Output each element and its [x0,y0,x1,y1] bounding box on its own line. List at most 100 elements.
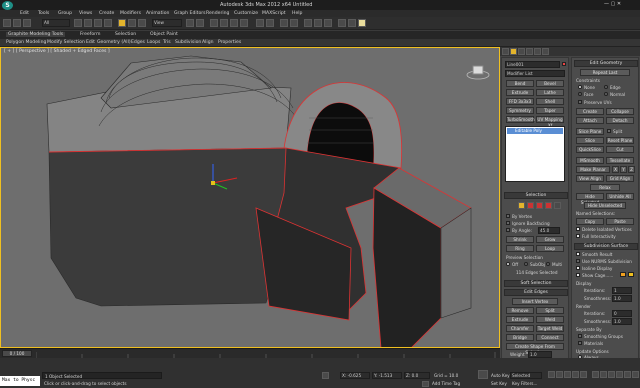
loop-button[interactable]: Loop [536,245,564,252]
extrude-mod-button[interactable]: Extrude [506,89,534,96]
constraint-none-radio[interactable] [578,85,582,89]
select-by-name-icon[interactable] [84,19,92,27]
menu-modifiers[interactable]: Modifiers [120,11,141,16]
menu-animation[interactable]: Animation [146,11,169,16]
display-tab-icon[interactable] [534,48,541,55]
reset-plane-button[interactable]: Reset Plane [606,137,634,144]
cut-button[interactable]: Cut [606,146,634,153]
layer-manager-icon[interactable] [280,19,288,27]
link-icon[interactable] [23,19,31,27]
ffd-button[interactable]: FFD 3x3x3 [506,98,534,105]
subdivision-surface-rollout[interactable]: Subdivision Surface [574,243,638,250]
shell-button[interactable]: Shell [536,98,564,105]
preview-multi-radio[interactable] [546,262,550,266]
material-editor-icon[interactable] [324,19,332,27]
planar-y-button[interactable]: Y [620,166,627,173]
ring-button[interactable]: Ring [506,245,534,252]
chamfer-button[interactable]: Chamfer [506,325,534,332]
time-tag-icon[interactable] [422,381,429,387]
reference-coordinate-dropdown[interactable]: View [152,19,182,27]
x-coordinate-field[interactable]: X: -0.625 [340,372,370,379]
ribbon-modify-selection[interactable]: Modify Selection [47,40,85,45]
turbosmooth-button[interactable]: TurboSmooth [506,116,535,123]
quickslice-button[interactable]: QuickSlice [576,146,604,153]
rotate-icon[interactable] [128,19,136,27]
z-coordinate-field[interactable]: Z: 0.0 [404,372,430,379]
move-icon[interactable] [118,19,126,27]
zoom-icon[interactable] [592,371,599,378]
insert-vertex-button[interactable]: Insert Vertex [512,298,558,305]
materials-checkbox[interactable] [578,341,582,345]
target-weld-button[interactable]: Target Weld [536,325,564,332]
repeat-last-button[interactable]: Repeat Last [580,69,630,76]
tab-freeform[interactable]: Freeform [80,32,100,37]
slice-plane-button[interactable]: Slice Plane [576,128,604,135]
ignore-backfacing-checkbox[interactable] [506,221,510,225]
use-nurms-checkbox[interactable] [576,259,580,263]
ribbon-align[interactable]: Align [202,40,214,45]
weight-spinner[interactable]: 1.0 [528,351,552,358]
shrink-button[interactable]: Shrink [506,236,534,243]
planar-z-button[interactable]: Z [628,166,635,173]
constraint-normal-radio[interactable] [604,92,608,96]
bend-button[interactable]: Bend [506,80,534,87]
menu-views[interactable]: Views [79,11,92,16]
utilities-tab-icon[interactable] [542,48,549,55]
menu-maxscript[interactable]: MAXScript [262,11,286,16]
rendered-frame-icon[interactable] [348,19,356,27]
lathe-button[interactable]: Lathe [536,89,564,96]
msmooth-button[interactable]: MSmooth [576,157,604,164]
modify-tab-icon[interactable] [510,48,517,55]
mirror-icon[interactable] [256,19,264,27]
attach-button[interactable]: Attach [576,117,604,124]
menu-edit[interactable]: Edit [20,11,29,16]
percent-snap-icon[interactable] [230,19,238,27]
scale-icon[interactable] [138,19,146,27]
tessellate-button[interactable]: Tessellate [606,157,634,164]
ribbon-edit[interactable]: Edit [86,40,95,45]
menu-rendering[interactable]: Rendering [206,11,229,16]
selected-dropdown[interactable]: Selected [510,372,542,379]
play-icon[interactable] [564,371,571,378]
border-mode-icon[interactable] [536,202,543,209]
stack-item-editable-poly[interactable]: Editable Poly [507,128,563,134]
schematic-view-icon[interactable] [314,19,322,27]
hide-selected-button[interactable]: Hide Selected [576,193,604,205]
isoline-display-checkbox[interactable] [576,266,580,270]
render-iterations-spinner[interactable]: 0 [612,310,632,317]
edit-edges-rollout[interactable]: Edit Edges [504,289,568,296]
menu-graph-editors[interactable]: Graph Editors [174,11,206,16]
relax-button[interactable]: Relax [590,184,620,191]
split-edge-button[interactable]: Split [536,307,564,314]
viewport-label[interactable]: [ + ] [ Perspective ] [ Shaded + Edged F… [4,49,110,54]
full-interactivity-checkbox[interactable] [576,234,580,238]
taper-button[interactable]: Taper [536,107,564,114]
snap-icon[interactable] [210,19,218,27]
polygon-mode-icon[interactable] [545,202,552,209]
selection-rollout[interactable]: Selection [504,192,568,199]
pivot-icon[interactable] [186,19,194,27]
remove-button[interactable]: Remove [506,307,534,314]
y-coordinate-field[interactable]: Y: -1.513 [372,372,402,379]
grow-button[interactable]: Grow [536,236,564,243]
viewcube-icon[interactable] [466,64,490,80]
menu-tools[interactable]: Tools [38,11,49,16]
ribbon-edges[interactable]: Edges [131,40,145,45]
zoom-all-icon[interactable] [600,371,607,378]
auto-key-button[interactable]: Auto Key [491,373,510,378]
collapse-button[interactable]: Collapse [606,108,634,115]
redo-icon[interactable] [13,19,21,27]
create-tab-icon[interactable] [502,48,509,55]
symmetry-button[interactable]: Symmetry [506,107,534,114]
create-button[interactable]: Create [576,108,604,115]
edit-geometry-rollout[interactable]: Edit Geometry [574,60,638,67]
slice-button[interactable]: Slice [576,137,604,144]
motion-tab-icon[interactable] [526,48,533,55]
maxscript-listener[interactable]: Max to Physc [0,376,40,386]
previous-frame-icon[interactable] [556,371,563,378]
menu-customize[interactable]: Customize [234,11,258,16]
cage-color-swatch[interactable] [620,272,626,277]
soft-selection-rollout[interactable]: Soft Selection [504,280,568,287]
timeline[interactable]: 0 / 100 [0,348,500,358]
by-vertex-checkbox[interactable] [506,214,510,218]
